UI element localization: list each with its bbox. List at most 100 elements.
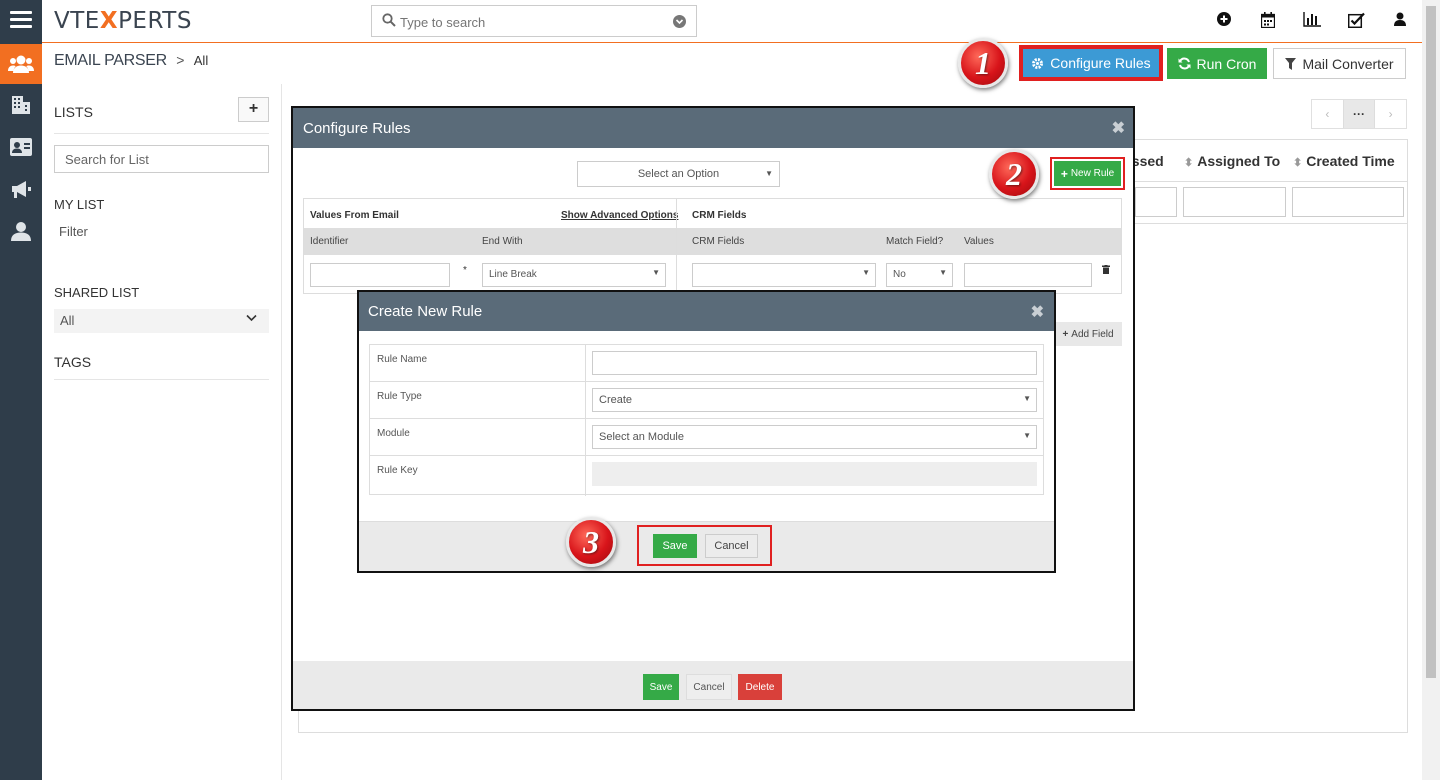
top-icon-bar xyxy=(1202,12,1422,31)
global-search xyxy=(371,5,697,37)
values-from-email-title: Values From Email xyxy=(310,210,399,221)
rule-select[interactable]: Select an Option ▼ xyxy=(577,161,780,187)
sort-icon: ⬍ xyxy=(1293,157,1303,169)
column-filter-input[interactable] xyxy=(1135,187,1177,217)
rule-name-label: Rule Name xyxy=(377,354,428,365)
page-scrollbar[interactable] xyxy=(1422,0,1440,780)
search-icon xyxy=(382,13,396,27)
step-badge-2: 2 xyxy=(989,149,1039,199)
trash-icon[interactable] xyxy=(1102,265,1110,274)
end-with-select[interactable]: Line Break ▼ xyxy=(482,263,666,287)
header-crm-fields: CRM Fields xyxy=(692,236,745,247)
next-page-icon[interactable]: › xyxy=(1375,100,1406,128)
search-input[interactable] xyxy=(400,12,660,32)
run-cron-button[interactable]: Run Cron xyxy=(1167,48,1267,79)
lists-title: LISTS xyxy=(54,104,93,120)
bar-chart-icon[interactable] xyxy=(1290,12,1334,31)
modal-header: Create New Rule ✖ xyxy=(359,292,1054,331)
sidebar-item-filter[interactable]: Filter xyxy=(59,224,88,239)
shared-list-select[interactable]: All xyxy=(54,309,269,333)
nav-contacts[interactable] xyxy=(0,44,42,84)
close-icon[interactable]: ✖ xyxy=(1112,118,1125,138)
close-icon[interactable]: ✖ xyxy=(1031,302,1044,322)
delete-button[interactable]: Delete xyxy=(738,674,782,700)
top-bar: VTEXPERTS xyxy=(42,0,1422,43)
form-row-rule-type: Rule Type Create ▼ xyxy=(370,382,1043,419)
crm-fields-title: CRM Fields xyxy=(692,210,747,221)
crm-field-select[interactable]: ▼ xyxy=(692,263,876,287)
rule-key-label: Rule Key xyxy=(377,465,418,476)
shared-list-title: SHARED LIST xyxy=(54,285,140,300)
header-values: Values xyxy=(964,236,994,247)
header-match-field: Match Field? xyxy=(886,236,944,247)
column-header-assigned-to[interactable]: ⬍ Assigned To xyxy=(1184,153,1280,169)
user-icon[interactable] xyxy=(1378,12,1422,31)
breadcrumb-separator: > xyxy=(176,52,185,68)
header-end-with: End With xyxy=(482,236,523,247)
rule-key-field xyxy=(592,462,1037,486)
column-filter-input[interactable] xyxy=(1183,187,1286,217)
modal-title: Configure Rules xyxy=(303,120,411,137)
step-badge-1: 1 xyxy=(958,38,1008,88)
form-row-module: Module Select an Module ▼ xyxy=(370,419,1043,456)
id-card-icon xyxy=(10,138,32,156)
hamburger-menu-icon[interactable] xyxy=(10,11,32,29)
step-badge-3: 3 xyxy=(566,517,616,567)
create-rule-modal: Create New Rule ✖ Rule Name Rule Type Cr… xyxy=(357,290,1056,573)
chevron-down-icon xyxy=(246,314,257,322)
rule-name-input[interactable] xyxy=(592,351,1037,375)
save-button[interactable]: Save xyxy=(643,674,679,700)
calendar-icon[interactable] xyxy=(1246,12,1290,31)
nav-users[interactable] xyxy=(0,217,42,245)
form-row-rule-key: Rule Key xyxy=(370,456,1043,493)
sidebar: LISTS + Search for List MY LIST Filter S… xyxy=(42,84,282,780)
new-rule-button[interactable]: + New Rule xyxy=(1054,161,1121,186)
add-list-button[interactable]: + xyxy=(238,97,269,122)
pagination: ‹ ··· › xyxy=(1311,99,1407,129)
gear-icon xyxy=(1032,57,1044,69)
nav-campaigns[interactable] xyxy=(0,175,42,203)
modal-header: Configure Rules ✖ xyxy=(293,108,1133,148)
module-name[interactable]: EMAIL PARSER xyxy=(54,52,167,69)
rule-form: Rule Name Rule Type Create ▼ Module Selec… xyxy=(369,344,1044,496)
rule-type-select[interactable]: Create ▼ xyxy=(592,388,1037,412)
megaphone-icon xyxy=(12,181,31,198)
nav-organizations[interactable] xyxy=(0,91,42,119)
left-nav-rail xyxy=(0,0,42,780)
plus-icon: + xyxy=(1062,328,1069,340)
match-field-select[interactable]: No ▼ xyxy=(886,263,953,287)
nav-contact-cards[interactable] xyxy=(0,133,42,161)
cancel-button[interactable]: Cancel xyxy=(705,534,758,558)
header-identifier: Identifier xyxy=(310,236,349,247)
column-header-created-time[interactable]: ⬍ Created Time xyxy=(1293,153,1395,169)
module-label: Module xyxy=(377,428,410,439)
module-select[interactable]: Select an Module ▼ xyxy=(592,425,1037,449)
configure-rules-button[interactable]: Configure Rules xyxy=(1019,45,1163,81)
chevron-down-icon[interactable] xyxy=(673,15,686,28)
breadcrumb-current: All xyxy=(193,53,209,68)
cancel-button[interactable]: Cancel xyxy=(686,674,732,700)
my-list-title: MY LIST xyxy=(54,197,105,212)
page-more-button[interactable]: ··· xyxy=(1342,100,1376,128)
mail-converter-button[interactable]: Mail Converter xyxy=(1273,48,1406,79)
add-field-button[interactable]: + Add Field xyxy=(1054,322,1122,346)
user-icon xyxy=(11,222,31,241)
identifier-input[interactable] xyxy=(310,263,450,287)
save-button[interactable]: Save xyxy=(653,534,697,558)
modal-title: Create New Rule xyxy=(368,303,483,320)
users-icon xyxy=(8,55,34,73)
column-filter-input[interactable] xyxy=(1292,187,1404,217)
values-input[interactable] xyxy=(964,263,1092,287)
plus-circle-icon[interactable] xyxy=(1202,12,1246,31)
required-mark: * xyxy=(463,265,467,276)
brand-logo[interactable]: VTEXPERTS xyxy=(54,8,192,34)
save-cancel-highlight: Save Cancel xyxy=(637,525,772,566)
breadcrumb: EMAIL PARSER > All xyxy=(54,52,208,70)
field-mapping-table: Values From Email Show Advanced Options … xyxy=(303,198,1122,295)
building-icon xyxy=(12,96,30,114)
sort-icon: ⬍ xyxy=(1184,157,1194,169)
checkbox-icon[interactable] xyxy=(1334,12,1378,31)
search-list-input[interactable]: Search for List xyxy=(54,145,269,173)
prev-page-icon[interactable]: ‹ xyxy=(1312,100,1343,128)
show-advanced-options-link[interactable]: Show Advanced Options xyxy=(561,210,678,221)
